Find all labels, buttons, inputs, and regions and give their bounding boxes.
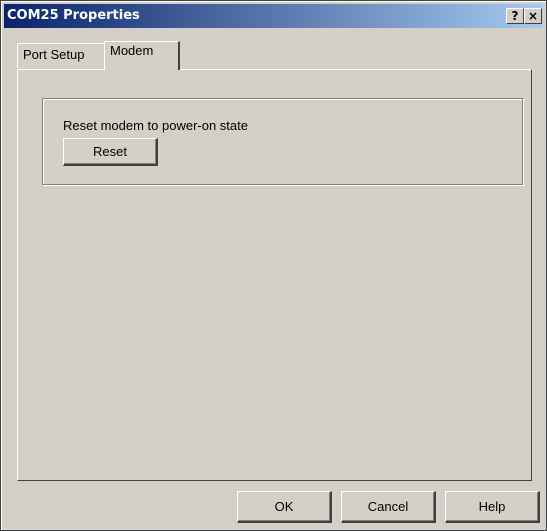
help-icon-button[interactable]: ? — [506, 8, 524, 24]
tab-port-setup[interactable]: Port Setup — [17, 43, 108, 68]
reset-group-box: Reset modem to power-on state Reset — [42, 98, 523, 185]
reset-button[interactable]: Reset — [63, 138, 158, 166]
ok-button[interactable]: OK — [237, 491, 332, 523]
window-title: COM25 Properties — [7, 8, 140, 23]
cancel-button[interactable]: Cancel — [341, 491, 436, 523]
title-bar[interactable]: COM25 Properties ? × — [4, 4, 543, 28]
properties-dialog: COM25 Properties ? × Port Setup Modem Re… — [0, 0, 547, 531]
tab-port-setup-label: Port Setup — [23, 47, 85, 62]
tab-modem[interactable]: Modem — [104, 41, 180, 70]
tab-modem-label: Modem — [110, 43, 154, 58]
help-button[interactable]: Help — [445, 491, 540, 523]
tab-panel-modem: Reset modem to power-on state Reset — [17, 69, 532, 481]
reset-description-label: Reset modem to power-on state — [63, 118, 248, 133]
close-icon-button[interactable]: × — [524, 8, 542, 24]
